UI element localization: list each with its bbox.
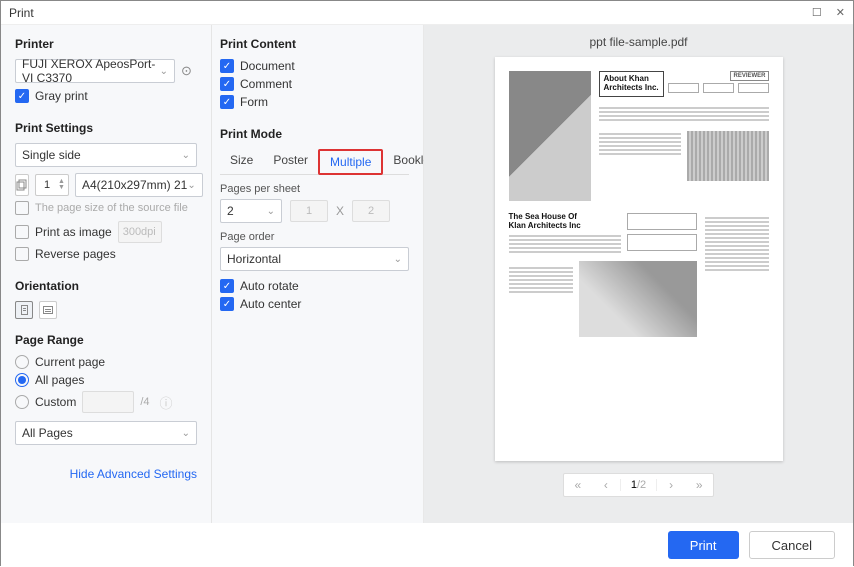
page-order-select[interactable]: Horizontal ⌄	[220, 247, 409, 271]
hide-advanced-link[interactable]: Hide Advanced Settings	[70, 467, 197, 481]
print-settings-title: Print Settings	[15, 121, 197, 135]
all-pages-radio[interactable]	[15, 373, 29, 387]
printer-section-title: Printer	[15, 37, 197, 51]
custom-range-radio[interactable]	[15, 395, 29, 409]
collate-icon[interactable]	[15, 174, 29, 196]
preview-badge: REVIEWER	[730, 71, 768, 81]
copies-value: 1	[36, 179, 58, 191]
preview-image-2	[687, 131, 769, 181]
source-size-checkbox[interactable]	[15, 201, 29, 215]
orientation-portrait[interactable]	[15, 301, 33, 319]
chevron-down-icon: ⌄	[160, 66, 168, 77]
pps-value: 2	[227, 204, 234, 218]
printer-select-value: FUJI XEROX ApeosPort-VI C3370	[22, 57, 160, 85]
close-icon[interactable]: ✕	[836, 6, 845, 19]
content-form-checkbox[interactable]: ✓	[220, 95, 234, 109]
printer-properties-icon[interactable]: ⊙	[181, 63, 192, 79]
current-page-label: Current page	[35, 355, 105, 369]
pager-position: 1/2	[620, 479, 657, 491]
custom-suffix: /4	[140, 396, 149, 408]
left-panel: Printer FUJI XEROX ApeosPort-VI C3370 ⌄ …	[1, 25, 211, 523]
current-page-radio[interactable]	[15, 355, 29, 369]
page-order-value: Horizontal	[227, 252, 281, 266]
orientation-title: Orientation	[15, 279, 197, 293]
printer-select[interactable]: FUJI XEROX ApeosPort-VI C3370 ⌄	[15, 59, 175, 83]
preview-image-3	[579, 261, 697, 337]
page-subset-select[interactable]: All Pages ⌄	[15, 421, 197, 445]
paper-size-value: A4(210x297mm) 21	[82, 178, 187, 192]
pager-first-icon[interactable]: «	[564, 478, 592, 492]
content-document-checkbox[interactable]: ✓	[220, 59, 234, 73]
main-area: Printer FUJI XEROX ApeosPort-VI C3370 ⌄ …	[1, 25, 853, 523]
tab-size[interactable]: Size	[220, 149, 263, 174]
page-order-label: Page order	[220, 231, 409, 243]
chevron-down-icon: ⌄	[394, 254, 402, 265]
print-button[interactable]: Print	[668, 531, 739, 559]
preview-image-1	[509, 71, 591, 201]
pager-prev-icon[interactable]: ‹	[592, 478, 620, 492]
mode-tabs: Size Poster Multiple Booklet	[220, 149, 409, 175]
preview-filename: ppt file-sample.pdf	[589, 35, 687, 49]
duplex-value: Single side	[22, 148, 81, 162]
window-title: Print	[9, 6, 34, 20]
duplex-select[interactable]: Single side ⌄	[15, 143, 197, 167]
chevron-down-icon: ⌄	[182, 150, 190, 161]
preview-page: About KhanArchitects Inc. REVIEWER	[495, 57, 783, 461]
dpi-input: 300dpi	[118, 221, 162, 243]
paper-size-select[interactable]: A4(210x297mm) 21 ⌄	[75, 173, 203, 197]
maximize-icon[interactable]: ☐	[812, 6, 822, 19]
grid-rows-input: 2	[352, 200, 390, 222]
grid-x-label: X	[336, 204, 344, 218]
gray-print-checkbox[interactable]: ✓	[15, 89, 29, 103]
pages-per-sheet-label: Pages per sheet	[220, 183, 409, 195]
footer: Print Cancel	[1, 523, 853, 567]
chevron-down-icon: ⌄	[267, 206, 275, 217]
print-as-image-label: Print as image	[35, 225, 112, 239]
custom-range-input[interactable]	[82, 391, 134, 413]
copies-stepper[interactable]: 1 ▲ ▼	[35, 174, 69, 196]
pager-next-icon[interactable]: ›	[657, 478, 685, 492]
cancel-button[interactable]: Cancel	[749, 531, 835, 559]
reverse-pages-checkbox[interactable]	[15, 247, 29, 261]
orientation-landscape[interactable]	[39, 301, 57, 319]
page-range-title: Page Range	[15, 333, 197, 347]
copies-down-icon[interactable]: ▼	[58, 185, 65, 191]
print-content-title: Print Content	[220, 37, 409, 51]
page-subset-value: All Pages	[22, 426, 73, 440]
middle-panel: Print Content ✓ Document ✓ Comment ✓ For…	[212, 25, 424, 523]
auto-rotate-label: Auto rotate	[240, 279, 299, 293]
preview-pane: ppt file-sample.pdf About KhanArchitects…	[424, 25, 853, 523]
print-as-image-checkbox[interactable]	[15, 225, 29, 239]
preview-pager: « ‹ 1/2 › »	[563, 473, 714, 497]
pages-per-sheet-select[interactable]: 2 ⌄	[220, 199, 282, 223]
custom-label: Custom	[35, 395, 76, 409]
preview-heading-1: About KhanArchitects Inc.	[599, 71, 664, 97]
auto-rotate-checkbox[interactable]: ✓	[220, 279, 234, 293]
content-form-label: Form	[240, 95, 268, 109]
chevron-down-icon: ⌄	[187, 180, 195, 191]
auto-center-checkbox[interactable]: ✓	[220, 297, 234, 311]
print-mode-title: Print Mode	[220, 127, 409, 141]
titlebar: Print ☐ ✕	[1, 1, 853, 25]
auto-center-label: Auto center	[240, 297, 301, 311]
content-comment-checkbox[interactable]: ✓	[220, 77, 234, 91]
grid-cols-input: 1	[290, 200, 328, 222]
tab-multiple[interactable]: Multiple	[318, 149, 383, 175]
pager-last-icon[interactable]: »	[685, 478, 713, 492]
preview-heading-2: The Sea House OfKlan Architects Inc	[509, 213, 621, 231]
info-icon[interactable]: ⓘ	[160, 393, 173, 412]
all-pages-label: All pages	[35, 373, 84, 387]
source-size-label: The page size of the source file	[35, 202, 188, 214]
gray-print-label: Gray print	[35, 89, 88, 103]
content-comment-label: Comment	[240, 77, 292, 91]
content-document-label: Document	[240, 59, 295, 73]
chevron-down-icon: ⌄	[182, 428, 190, 439]
reverse-pages-label: Reverse pages	[35, 247, 116, 261]
tab-poster[interactable]: Poster	[263, 149, 318, 174]
